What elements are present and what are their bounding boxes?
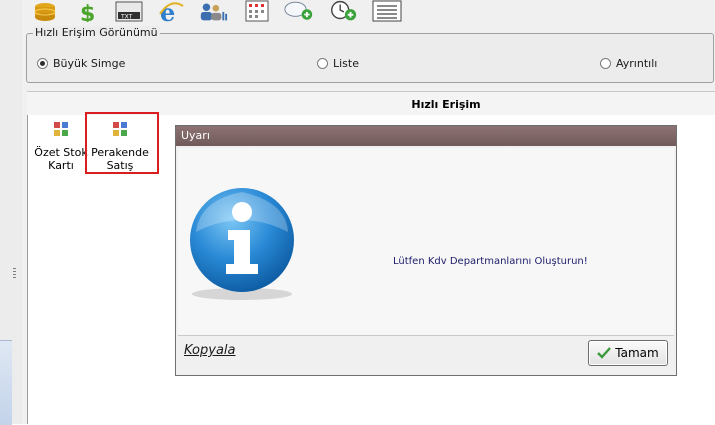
radio-detailed[interactable]: Ayrıntılı xyxy=(600,57,657,70)
dialog-body: Lütfen Kdv Departmanlarını Oluşturun! xyxy=(178,148,674,336)
ok-button-label: Tamam xyxy=(615,346,659,360)
quick-view-group-title: Hızlı Erişim Görünümü xyxy=(33,26,160,39)
radio-dot[interactable] xyxy=(600,58,611,69)
radio-list-label: Liste xyxy=(333,57,359,70)
txt-export-icon[interactable]: TXT xyxy=(114,0,144,22)
splitter-grip-icon[interactable] xyxy=(13,268,16,278)
database-icon[interactable] xyxy=(30,0,60,22)
dialog-titlebar[interactable]: Uyarı xyxy=(176,126,676,146)
dialog-title: Uyarı xyxy=(181,129,210,142)
toolbar: $ TXT e xyxy=(22,0,715,24)
module-icon xyxy=(54,122,68,136)
chat-add-icon[interactable] xyxy=(284,0,314,22)
browser-icon[interactable]: e xyxy=(156,0,186,22)
highlight-box xyxy=(85,112,159,174)
radio-dot[interactable] xyxy=(317,58,328,69)
radio-dot-selected[interactable] xyxy=(37,58,48,69)
calendar-grid-icon[interactable] xyxy=(242,0,272,22)
info-icon xyxy=(190,188,294,300)
radio-list[interactable]: Liste xyxy=(317,57,359,70)
list-view-icon[interactable] xyxy=(372,0,402,22)
side-panel-tab[interactable] xyxy=(0,340,12,425)
txt-label: TXT xyxy=(120,14,133,21)
clock-add-icon[interactable] xyxy=(328,0,358,22)
main-area: $ TXT e Hızlı Erişim Görünümü Büyük Simg… xyxy=(22,0,715,424)
radio-large-icon-label: Büyük Simge xyxy=(53,57,126,70)
radio-detailed-label: Ayrıntılı xyxy=(616,57,658,70)
radio-large-icon[interactable]: Büyük Simge xyxy=(37,57,125,70)
users-icon[interactable] xyxy=(198,0,228,22)
svg-text:$: $ xyxy=(80,2,95,22)
ok-button[interactable]: Tamam xyxy=(588,340,668,366)
left-side-panel xyxy=(0,0,23,425)
copy-link[interactable]: Kopyala xyxy=(184,343,236,358)
quick-view-group: Hızlı Erişim Görünümü Büyük Simge Liste … xyxy=(26,26,714,83)
dollar-icon[interactable]: $ xyxy=(72,0,102,22)
checkmark-icon xyxy=(597,347,612,359)
dialog-message: Lütfen Kdv Departmanlarını Oluşturun! xyxy=(393,256,588,267)
warning-dialog: Uyarı Lütfen Kdv Departmanlarını Oluştur… xyxy=(175,125,677,376)
